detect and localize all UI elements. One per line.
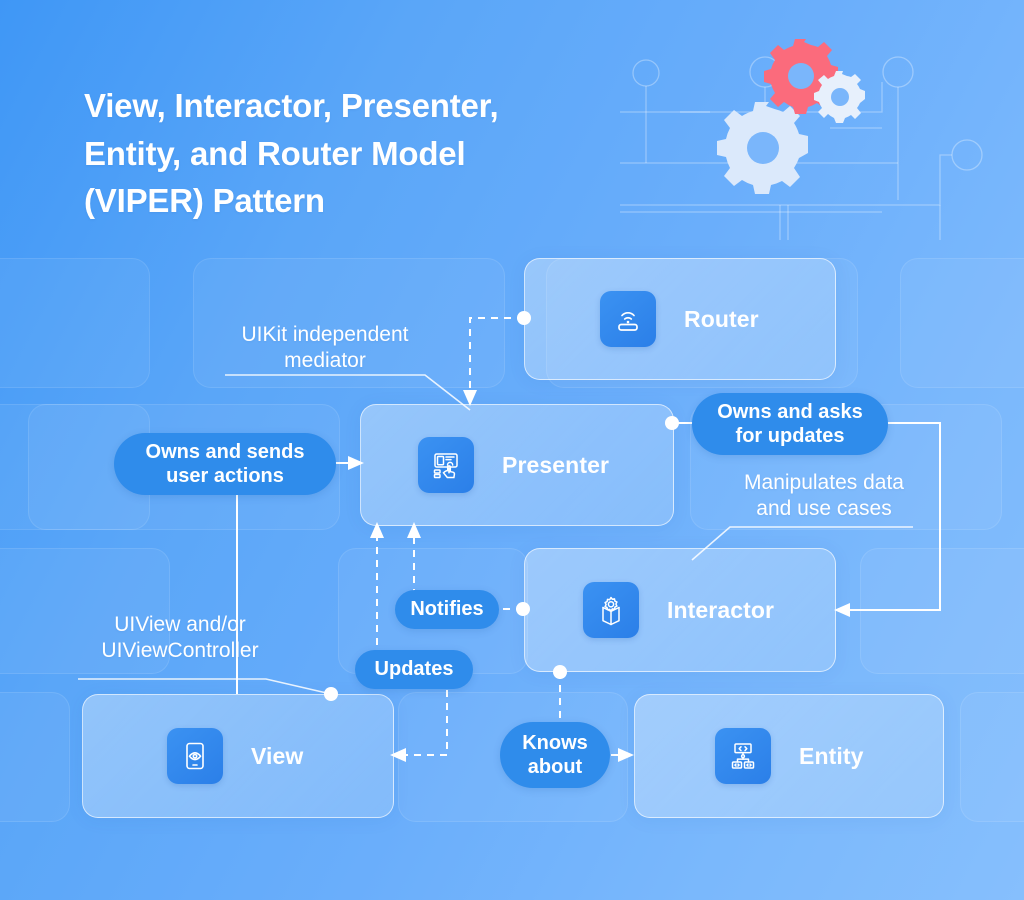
arrowhead: [834, 603, 850, 617]
pill-updates[interactable]: Updates: [355, 650, 473, 689]
presenter-screen-hand-icon: [418, 437, 474, 493]
bg-panel: [0, 692, 70, 822]
pill-owns-sends-user-actions[interactable]: Owns and sends user actions: [114, 433, 336, 495]
node-entity[interactable]: Entity: [634, 694, 944, 818]
bg-panel: [960, 692, 1024, 822]
uiview-caption-leader: [78, 678, 332, 695]
wire-router-to-presenter: [469, 317, 524, 394]
code-hierarchy-icon: [715, 728, 771, 784]
node-label: Router: [684, 305, 759, 332]
pill-owns-asks-for-updates[interactable]: Owns and asks for updates: [692, 393, 888, 455]
caption-uiview-controller: UIView and/or UIViewController: [101, 613, 259, 663]
node-router[interactable]: Router: [524, 258, 836, 380]
node-view[interactable]: View: [82, 694, 394, 818]
wifi-router-icon: [600, 291, 656, 347]
bg-panel: [860, 548, 1024, 674]
gear-large-icon: [717, 102, 808, 194]
phone-eye-icon: [167, 728, 223, 784]
node-interactor[interactable]: Interactor: [524, 548, 836, 672]
pill-knows-about[interactable]: Knows about: [500, 722, 610, 788]
node-label: Interactor: [667, 596, 775, 623]
node-label: Entity: [799, 742, 864, 769]
diagram-canvas: View, Interactor, Presenter, Entity, and…: [0, 0, 1024, 900]
node-label: View: [251, 742, 304, 769]
arrowhead: [618, 748, 634, 762]
node-presenter[interactable]: Presenter: [360, 404, 674, 526]
gear-red-icon: [764, 39, 838, 114]
gear-small-icon: [814, 71, 865, 123]
node-label: Presenter: [502, 451, 610, 478]
bg-panel: [900, 258, 1024, 388]
box-gear-icon: [583, 582, 639, 638]
caption-uikit-independent-mediator: UIKit independent mediator: [241, 323, 409, 373]
page-title: View, Interactor, Presenter, Entity, and…: [84, 87, 499, 220]
bg-panel: [0, 258, 150, 388]
pill-notifies[interactable]: Notifies: [395, 590, 499, 629]
caption-manipulates-data: Manipulates data and use cases: [744, 471, 904, 521]
